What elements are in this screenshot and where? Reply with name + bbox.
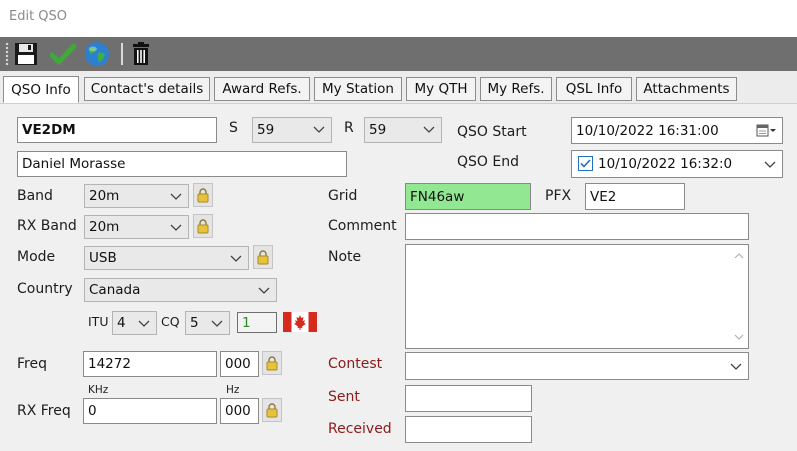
received-label: Received xyxy=(328,421,392,437)
freq-hz-field[interactable]: 000 xyxy=(220,351,259,377)
band-lock-icon[interactable] xyxy=(193,183,213,207)
rx-band-label: RX Band xyxy=(17,218,77,234)
country-label: Country xyxy=(17,281,73,297)
sent-field[interactable] xyxy=(405,385,532,412)
rx-band-lock-icon[interactable] xyxy=(193,214,213,238)
canada-flag-icon xyxy=(283,312,317,332)
r-report-value: 59 xyxy=(369,122,387,138)
save-icon[interactable] xyxy=(13,41,39,67)
rx-freq-field[interactable]: 0 xyxy=(83,398,217,424)
qso-start-label: QSO Start xyxy=(457,124,527,140)
qso-end-picker[interactable]: 10/10/2022 16:32:0 xyxy=(571,150,783,178)
itu-value: 4 xyxy=(117,315,126,331)
scroll-down-icon[interactable] xyxy=(734,333,744,341)
cq-label: CQ xyxy=(161,314,180,329)
khz-label: KHz xyxy=(88,384,109,396)
pfx-label: PFX xyxy=(545,188,572,204)
qso-start-value: 10/10/2022 16:31:00 xyxy=(576,122,719,139)
r-label: R xyxy=(344,120,354,136)
hz-label: Hz xyxy=(226,384,240,396)
mode-value: USB xyxy=(89,250,117,266)
band-value: 20m xyxy=(89,188,120,204)
name-field[interactable]: Daniel Morasse xyxy=(17,151,347,177)
chevron-down-icon xyxy=(258,287,270,294)
chevron-down-icon xyxy=(170,224,182,231)
checkmark-icon[interactable] xyxy=(50,41,76,67)
tab-contacts-details[interactable]: Contact's details xyxy=(84,77,210,101)
freq-label: Freq xyxy=(17,356,47,372)
cq-select[interactable]: 5 xyxy=(185,311,230,335)
pfx-field[interactable]: VE2 xyxy=(585,183,685,210)
window-title: Edit QSO xyxy=(9,9,68,24)
chevron-down-icon xyxy=(138,320,150,327)
contest-select[interactable] xyxy=(405,352,749,380)
s-label: S xyxy=(229,120,238,136)
mode-select[interactable]: USB xyxy=(84,246,249,270)
country-select[interactable]: Canada xyxy=(84,278,277,302)
trash-icon[interactable] xyxy=(128,41,154,67)
calendar-dropdown-icon[interactable] xyxy=(756,123,776,139)
grid-field[interactable]: FN46aw xyxy=(405,183,531,210)
freq-field[interactable]: 14272 xyxy=(83,351,217,377)
received-field[interactable] xyxy=(405,416,532,443)
globe-icon[interactable] xyxy=(84,41,110,67)
toolbar xyxy=(0,37,797,71)
chevron-down-icon xyxy=(230,255,242,262)
tab-bar: QSO Info Contact's details Award Refs. M… xyxy=(0,71,797,104)
itu-select[interactable]: 4 xyxy=(112,311,157,335)
rx-freq-lock-icon[interactable] xyxy=(262,398,282,422)
chevron-down-icon xyxy=(764,161,776,168)
tab-my-refs[interactable]: My Refs. xyxy=(480,77,552,101)
itu-label: ITU xyxy=(88,314,109,329)
cq-value: 5 xyxy=(190,315,199,331)
qso-end-label: QSO End xyxy=(457,154,519,170)
chevron-down-icon xyxy=(313,126,325,133)
sent-label: Sent xyxy=(328,389,360,405)
chevron-down-icon xyxy=(170,193,182,200)
rx-band-value: 20m xyxy=(89,219,120,235)
contest-label: Contest xyxy=(328,356,383,372)
scroll-up-icon[interactable] xyxy=(734,252,744,260)
note-label: Note xyxy=(328,249,362,265)
callsign-field[interactable]: VE2DM xyxy=(17,117,217,143)
tab-qsl-info[interactable]: QSL Info xyxy=(556,77,632,101)
tab-my-qth[interactable]: My QTH xyxy=(406,77,476,101)
toolbar-separator xyxy=(121,43,123,65)
qso-start-picker[interactable]: 10/10/2022 16:31:00 xyxy=(571,117,783,144)
chevron-down-icon xyxy=(211,320,223,327)
tab-award-refs[interactable]: Award Refs. xyxy=(214,77,310,101)
mode-label: Mode xyxy=(17,249,56,265)
mode-lock-icon[interactable] xyxy=(253,245,273,269)
comment-label: Comment xyxy=(328,218,397,234)
tab-attachments[interactable]: Attachments xyxy=(636,77,737,101)
band-select[interactable]: 20m xyxy=(84,184,189,208)
rx-band-select[interactable]: 20m xyxy=(84,215,189,239)
toolbar-grip[interactable] xyxy=(5,42,9,66)
tab-qso-info[interactable]: QSO Info xyxy=(3,76,79,103)
qso-end-value: 10/10/2022 16:32:0 xyxy=(598,156,733,172)
note-scrollbar[interactable] xyxy=(731,246,747,347)
note-textarea[interactable] xyxy=(405,244,749,349)
count-field: 1 xyxy=(237,312,277,333)
s-report-select[interactable]: 59 xyxy=(252,117,332,143)
chevron-down-icon xyxy=(730,363,742,370)
band-label: Band xyxy=(17,188,53,204)
freq-lock-icon[interactable] xyxy=(262,351,282,375)
qso-end-checkbox[interactable] xyxy=(578,156,594,172)
rx-freq-hz-field[interactable]: 000 xyxy=(220,398,259,424)
tab-my-station[interactable]: My Station xyxy=(314,77,402,101)
comment-field[interactable] xyxy=(405,213,749,240)
r-report-select[interactable]: 59 xyxy=(364,117,442,143)
country-value: Canada xyxy=(89,282,141,298)
chevron-down-icon xyxy=(423,126,435,133)
grid-label: Grid xyxy=(328,188,358,204)
rx-freq-label: RX Freq xyxy=(17,403,71,419)
s-report-value: 59 xyxy=(257,122,275,138)
